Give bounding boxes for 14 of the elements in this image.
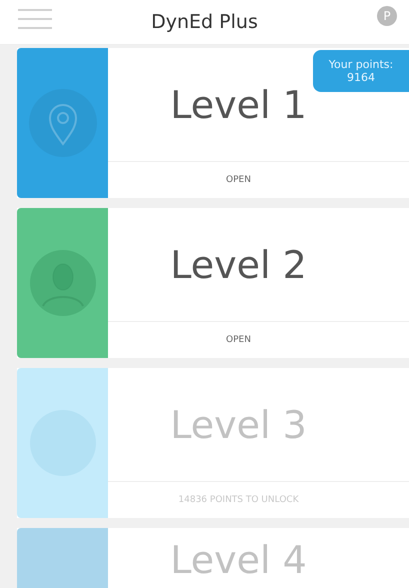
level-status: OPEN: [226, 335, 251, 345]
location-pin-icon: [28, 88, 98, 158]
level-card[interactable]: Level 2 OPEN: [17, 208, 409, 358]
level-status: OPEN: [226, 175, 251, 185]
menu-icon[interactable]: [18, 8, 52, 30]
points-tooltip: Your points: 9164: [313, 50, 409, 92]
points-badge[interactable]: P: [377, 6, 397, 26]
level-title: Level 1: [170, 82, 307, 126]
level-title: Level 3: [170, 402, 307, 446]
level-card[interactable]: Level 4: [17, 528, 409, 588]
app-title: DynEd Plus: [151, 11, 258, 33]
level-title: Level 4: [170, 538, 307, 582]
person-icon: [28, 248, 98, 318]
level-title: Level 2: [170, 242, 307, 286]
